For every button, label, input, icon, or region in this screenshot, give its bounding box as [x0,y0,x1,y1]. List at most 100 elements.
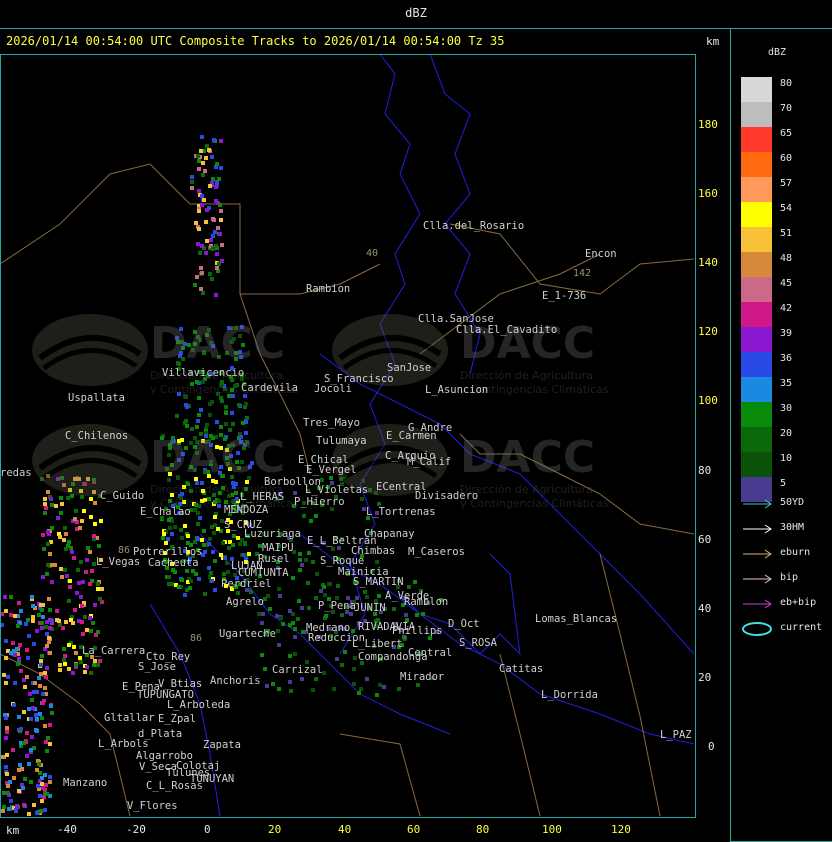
legend-swatch [741,327,772,352]
legend-swatch [741,302,772,327]
legend-level-label: 45 [780,278,793,289]
place-label: Ugarteche [219,628,276,640]
place-label: MENDOZA [224,504,269,516]
legend-swatch [741,252,772,277]
place-label: Clla.del_Rosario [423,220,525,232]
place-label: Villavicencio [162,367,245,379]
legend-level-label: 65 [780,128,793,139]
legend-level-label: 48 [780,253,793,264]
place-label: Manzano [63,777,108,789]
legend-level-label: 20 [780,428,793,439]
legend-level-label: 42 [780,303,793,314]
road-number: 86 [190,633,203,644]
window-title: dBZ [405,6,427,20]
legend-level-label: 10 [780,453,793,464]
place-label: D_Oct [448,618,480,630]
place-label: Rusel [258,553,290,565]
place-label: L_Violetas [305,484,369,496]
place-label: P_Pena [318,600,356,612]
road-number: 40 [366,248,379,259]
legend-title: dBZ [768,47,787,58]
dacc-logo-icon [32,314,148,386]
place-label: Anchoris [210,675,261,687]
place-label: Zapata [203,739,241,751]
road-number: 86 [118,545,131,556]
place-label: redas [0,467,32,479]
place-label: S_MARTIN [353,576,404,588]
legend-swatch [741,277,772,302]
legend-level-label: 5 [780,478,787,489]
legend-swatch [741,102,772,127]
place-label: Cardevila [241,382,298,394]
legend-swatch [741,227,772,252]
x-tick-label: 0 [204,823,211,836]
track-legend-label: eburn [780,547,811,558]
legend-level-label: 54 [780,203,793,214]
place-label: S_Jose [138,661,176,673]
place-label: S_ROSA [459,637,497,649]
place-label: E_Vergel [306,464,357,476]
y-tick-label: 100 [698,394,718,407]
x-tick-label: 100 [542,823,562,836]
track-legend-label: 30HM [780,522,805,533]
x-tick-label: 20 [268,823,282,836]
place-label: L_PAZ [660,729,692,741]
x-tick-label: -40 [57,823,77,836]
place-label: E_Carmen [386,430,437,442]
place-label: MAIPU [262,542,294,554]
legend-swatch [741,452,772,477]
place-label: Agrelo [226,596,264,608]
place-label: Clla.El_Cavadito [456,324,558,336]
y-tick-label: 160 [698,187,718,200]
x-tick-label: 80 [476,823,490,836]
place-label: C_Chilenos [65,430,129,442]
place-label: Colotaj [176,760,221,772]
place-label: Luzuriaga [244,528,301,540]
place-label: C_Guido [100,490,145,502]
place-label: Mirador [400,671,445,683]
legend-swatch [741,202,772,227]
legend-swatch [741,77,772,102]
legend-swatch [741,177,772,202]
legend-level-label: 80 [780,78,793,89]
track-legend-label: eb+bip [780,597,817,608]
place-label: Gltallar [104,712,155,724]
x-tick-label: -20 [126,823,146,836]
y-tick-label: 40 [698,602,712,615]
legend-level-label: 57 [780,178,793,189]
place-label: L_Vegas [96,556,141,568]
legend-swatch [741,152,772,177]
place-label: E_Zpal [158,713,196,725]
place-label: E_Chalao [140,506,191,518]
legend-level-label: 60 [780,153,793,164]
legend-swatch [741,352,772,377]
x-tick-label: 60 [407,823,421,836]
place-label: Rambion [306,283,351,295]
legend-level-label: 30 [780,403,793,414]
place-label: Encon [585,248,617,260]
place-label: M_Caseros [408,546,465,558]
place-label: L_HERAS [240,491,285,503]
y-tick-label: 0 [708,740,715,753]
legend-level-label: 36 [780,353,793,364]
place-label: Perdriel [221,578,272,590]
place-label: SanJose [387,362,432,374]
place-label: Jocoli [314,383,352,395]
place-label: L_Tortrenas [366,506,436,518]
track-arrow-icon [743,599,772,609]
legend-level-label: 39 [780,328,793,339]
legend-level-label: 70 [780,103,793,114]
y-tick-label: 120 [698,325,718,338]
y-tick-label: 140 [698,256,718,269]
place-label: Catitas [499,663,544,675]
y-tick-label: 20 [698,671,712,684]
current-ellipse-icon [742,622,772,636]
place-label: V_Flores [127,800,178,812]
place-label: Divisadero [415,490,479,502]
track-legend-label: 50YD [780,497,805,508]
place-label: M_Calif [407,456,452,468]
place-label: L_Arbols [98,738,149,750]
track-legend-label: bip [780,572,799,583]
legend-swatch [741,402,772,427]
place-label: Ramblon [404,596,449,608]
